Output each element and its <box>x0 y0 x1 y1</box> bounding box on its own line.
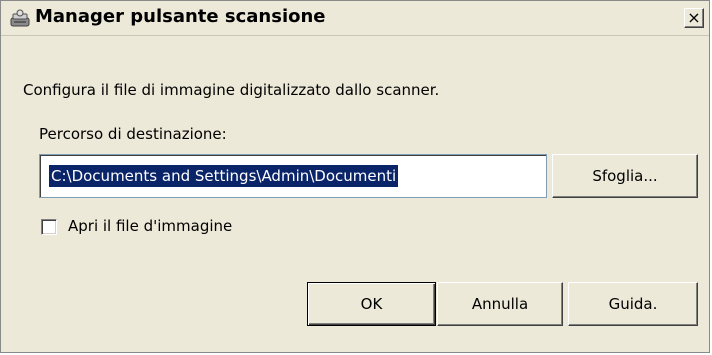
window-title: Manager pulsante scansione <box>35 6 326 27</box>
ok-button[interactable]: OK <box>307 282 436 326</box>
destination-path-label: Percorso di destinazione: <box>39 125 227 143</box>
open-image-checkbox[interactable] <box>41 219 57 235</box>
destination-path-input[interactable]: C:\Documents and Settings\Admin\Document… <box>39 154 547 198</box>
open-image-checkbox-label[interactable]: Apri il file d'immagine <box>68 217 232 235</box>
cancel-button[interactable]: Annulla <box>437 282 563 326</box>
close-button[interactable]: × <box>684 8 704 28</box>
description-text: Configura il file di immagine digitalizz… <box>23 81 440 99</box>
help-button[interactable]: Guida. <box>568 282 698 326</box>
destination-path-value: C:\Documents and Settings\Admin\Document… <box>49 165 399 187</box>
dialog-window: Manager pulsante scansione × Configura i… <box>0 0 710 353</box>
browse-button[interactable]: Sfoglia... <box>552 154 698 198</box>
title-bar[interactable]: Manager pulsante scansione × <box>1 1 709 36</box>
scanner-button-icon <box>9 9 31 29</box>
close-icon: × <box>687 8 701 27</box>
